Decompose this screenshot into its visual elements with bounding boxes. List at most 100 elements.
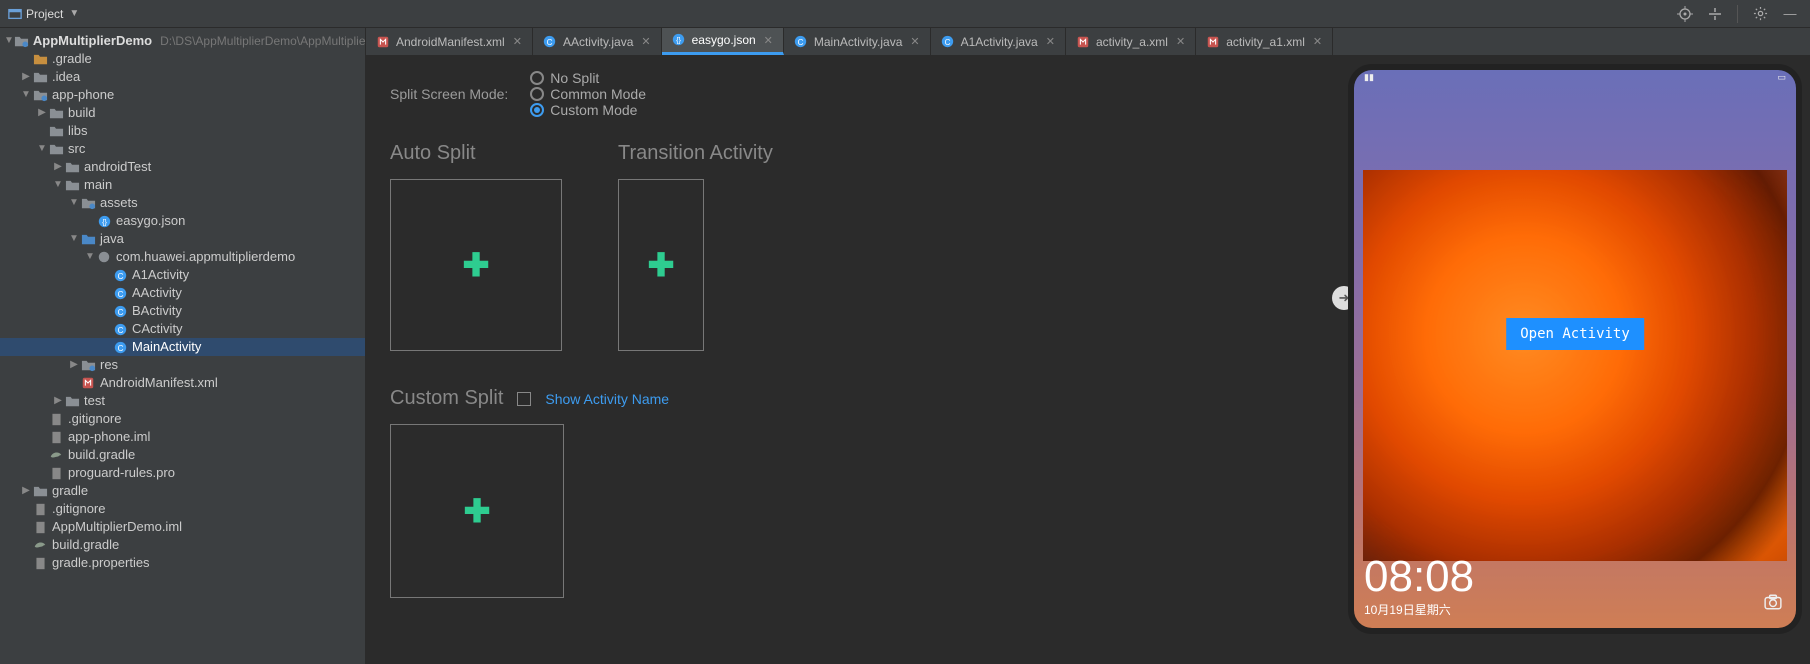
tree-item[interactable]: ▶build <box>0 104 365 122</box>
target-icon[interactable] <box>1673 2 1697 26</box>
json-icon: {} <box>672 33 686 47</box>
tree-root[interactable]: ▼AppMultiplierDemoD:\DS\AppMultiplierDem… <box>0 32 365 50</box>
tree-item[interactable]: ▶ res <box>0 356 365 374</box>
tree-item[interactable]: AndroidManifest.xml <box>0 374 365 392</box>
tree-item-label: MainActivity <box>132 338 201 356</box>
chevron-down-icon: ▼ <box>69 8 79 19</box>
class-icon: C <box>112 285 128 301</box>
tree-arrow-icon: ▼ <box>20 86 32 104</box>
xml-icon <box>80 375 96 391</box>
show-activity-name-link[interactable]: Show Activity Name <box>545 391 669 407</box>
tree-item[interactable]: CBActivity <box>0 302 365 320</box>
mode-radio[interactable]: Custom Mode <box>530 102 646 118</box>
close-icon[interactable]: ✕ <box>1046 35 1055 48</box>
editor-tab[interactable]: activity_a1.xml✕ <box>1196 28 1333 55</box>
tree-item[interactable]: build.gradle <box>0 536 365 554</box>
tree-arrow-icon: ▶ <box>20 482 32 500</box>
xml-icon <box>1076 35 1090 49</box>
tree-arrow-icon: ▼ <box>84 248 96 266</box>
tree-item[interactable]: app-phone.iml <box>0 428 365 446</box>
tree-item[interactable]: ▼src <box>0 140 365 158</box>
folder-icon <box>48 105 64 121</box>
editor-tab[interactable]: CA1Activity.java✕ <box>931 28 1066 55</box>
editor-tab[interactable]: activity_a.xml✕ <box>1066 28 1196 55</box>
tree-item[interactable]: .gitignore <box>0 410 365 428</box>
tree-item[interactable]: CAActivity <box>0 284 365 302</box>
tree-item[interactable]: ▼assets <box>0 194 365 212</box>
split-mode-label: Split Screen Mode: <box>390 86 508 102</box>
folder-icon <box>64 159 80 175</box>
tree-item[interactable]: C MainActivity <box>0 338 365 356</box>
tree-item[interactable]: ▶.idea <box>0 68 365 86</box>
custom-split-add-card[interactable]: ✚ <box>390 424 564 598</box>
tree-item[interactable]: build.gradle <box>0 446 365 464</box>
tab-label: AndroidManifest.xml <box>396 35 505 49</box>
tree-item[interactable]: ▼ com.huawei.appmultiplierdemo <box>0 248 365 266</box>
gear-icon[interactable] <box>1748 2 1772 26</box>
device-frame: ▮▮ ▭ Open Activity 08:08 10月19日星期六 <box>1348 64 1802 634</box>
close-icon[interactable]: ✕ <box>641 35 650 48</box>
tree-item[interactable]: CA1Activity <box>0 266 365 284</box>
tree-item[interactable]: {}easygo.json <box>0 212 365 230</box>
tree-item[interactable]: ▼main <box>0 176 365 194</box>
tree-item-label: gradle <box>52 482 88 500</box>
module-icon <box>32 87 48 103</box>
close-icon[interactable]: ✕ <box>910 35 919 48</box>
tree-item[interactable]: libs <box>0 122 365 140</box>
close-icon[interactable]: ✕ <box>764 34 773 47</box>
tree-item[interactable]: .gradle <box>0 50 365 68</box>
tree-item[interactable]: .gitignore <box>0 500 365 518</box>
tree-item[interactable]: proguard-rules.pro <box>0 464 365 482</box>
class-icon: C <box>112 303 128 319</box>
minimize-icon[interactable]: — <box>1778 2 1802 26</box>
open-activity-button[interactable]: Open Activity <box>1506 318 1644 350</box>
class-icon: C <box>112 339 128 355</box>
file-icon <box>32 555 48 571</box>
close-icon[interactable]: ✕ <box>513 35 522 48</box>
tree-item-label: .gradle <box>52 50 92 68</box>
show-activity-name-checkbox[interactable] <box>517 392 531 406</box>
tree-item[interactable]: gradle.properties <box>0 554 365 572</box>
tree-item[interactable]: ▼java <box>0 230 365 248</box>
collapse-icon[interactable] <box>1703 2 1727 26</box>
tree-item-label: AppMultiplierDemo <box>33 32 152 50</box>
tree-item-label: easygo.json <box>116 212 185 230</box>
auto-split-add-card[interactable]: ✚ <box>390 179 562 351</box>
svg-text:C: C <box>117 289 123 298</box>
tree-item-label: res <box>100 356 118 374</box>
svg-text:C: C <box>117 343 123 352</box>
xml-icon <box>1206 35 1220 49</box>
transition-add-card[interactable]: ✚ <box>618 179 704 351</box>
file-icon <box>48 411 64 427</box>
package-icon <box>96 249 112 265</box>
editor-tab[interactable]: CAActivity.java✕ <box>533 28 662 55</box>
svg-text:C: C <box>797 37 803 46</box>
tree-item[interactable]: ▼app-phone <box>0 86 365 104</box>
mode-label: No Split <box>550 70 599 86</box>
tree-item-label: .idea <box>52 68 80 86</box>
module-icon <box>14 33 29 49</box>
json-icon: {} <box>96 213 112 229</box>
tree-item[interactable]: ▶ gradle <box>0 482 365 500</box>
editor-tab[interactable]: CMainActivity.java✕ <box>784 28 931 55</box>
tree-item[interactable]: ▶test <box>0 392 365 410</box>
close-icon[interactable]: ✕ <box>1313 35 1322 48</box>
signal-icon: ▮▮ <box>1364 72 1374 86</box>
tree-item[interactable]: CCActivity <box>0 320 365 338</box>
mode-radio[interactable]: Common Mode <box>530 86 646 102</box>
mode-radio[interactable]: No Split <box>530 70 646 86</box>
editor-tab[interactable]: {}easygo.json✕ <box>662 28 784 55</box>
svg-text:C: C <box>117 325 123 334</box>
tree-item[interactable]: AppMultiplierDemo.iml <box>0 518 365 536</box>
file-icon <box>32 501 48 517</box>
tree-item-label: com.huawei.appmultiplierdemo <box>116 248 295 266</box>
folder-blue-icon <box>80 231 96 247</box>
editor-tab[interactable]: AndroidManifest.xml ✕ <box>366 28 533 55</box>
class-icon: C <box>794 35 808 49</box>
tree-item[interactable]: ▶androidTest <box>0 158 365 176</box>
class-icon: C <box>543 35 557 49</box>
mode-label: Custom Mode <box>550 102 637 118</box>
tree-arrow-icon: ▶ <box>68 356 80 374</box>
project-dropdown[interactable]: Project ▼ <box>8 7 79 21</box>
close-icon[interactable]: ✕ <box>1176 35 1185 48</box>
